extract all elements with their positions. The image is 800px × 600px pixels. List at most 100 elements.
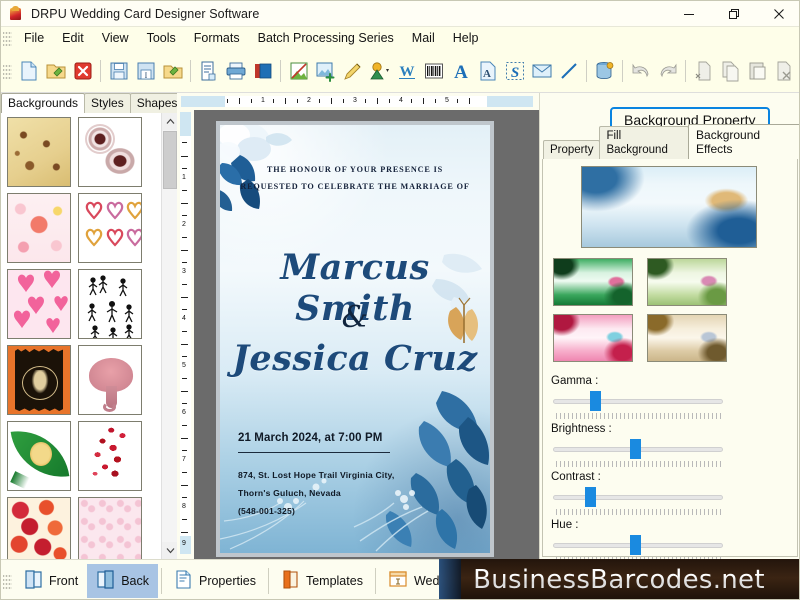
thumb-pink-elephant[interactable] xyxy=(78,345,142,415)
bottom-tab-front-label: Front xyxy=(49,574,78,588)
thumb-ganesha-leaf[interactable] xyxy=(7,421,71,491)
barcode-icon[interactable] xyxy=(421,57,446,85)
hue-slider-thumb[interactable] xyxy=(630,535,641,555)
thumb-pink-blossom[interactable] xyxy=(7,193,71,263)
menu-edit[interactable]: Edit xyxy=(53,28,93,48)
card-address[interactable]: 874, St. Lost Hope Trail Virginia City, … xyxy=(238,466,394,520)
shape-fill-icon[interactable] xyxy=(367,57,392,85)
close-button[interactable] xyxy=(756,1,800,27)
watermark-edge xyxy=(439,559,461,600)
tab-property[interactable]: Property xyxy=(543,140,600,160)
print-preview-icon[interactable] xyxy=(196,57,221,85)
copy-icon[interactable] xyxy=(718,57,743,85)
delete-icon[interactable] xyxy=(772,57,797,85)
paste-icon[interactable] xyxy=(745,57,770,85)
toolbar-separator xyxy=(100,60,101,82)
gamma-slider-ticks xyxy=(556,413,721,419)
bottom-tab-back[interactable]: Back xyxy=(87,564,158,598)
effect-preview-green-light[interactable] xyxy=(647,258,727,306)
save-icon[interactable] xyxy=(106,57,131,85)
svg-text:I: I xyxy=(144,71,147,80)
window-title: DRPU Wedding Card Designer Software xyxy=(31,7,259,21)
chevron-down-icon[interactable] xyxy=(162,542,178,559)
tab-backgrounds[interactable]: Backgrounds xyxy=(1,93,85,113)
redo-icon[interactable] xyxy=(655,57,680,85)
card-datetime[interactable]: 21 March 2024, at 7:00 PM xyxy=(238,432,382,444)
menu-batch-processing-series[interactable]: Batch Processing Series xyxy=(249,28,403,48)
card-bride-name[interactable]: Jessica Cruz xyxy=(220,338,490,379)
card-back-icon xyxy=(96,569,115,593)
line-icon[interactable] xyxy=(556,57,581,85)
copies-icon[interactable] xyxy=(250,57,275,85)
bottom-tab-properties[interactable]: Properties xyxy=(165,564,265,598)
bottom-tab-templates[interactable]: Templates xyxy=(272,564,372,598)
brightness-slider-thumb[interactable] xyxy=(630,439,641,459)
cut-icon[interactable] xyxy=(691,57,716,85)
thumb-rose-petals[interactable] xyxy=(78,421,142,491)
effect-preview-pink[interactable] xyxy=(553,314,633,362)
menu-formats[interactable]: Formats xyxy=(185,28,249,48)
menu-view[interactable]: View xyxy=(93,28,138,48)
undo-icon[interactable] xyxy=(628,57,653,85)
card-line-2[interactable]: REQUESTED TO CELEBRATE THE MARRIAGE OF xyxy=(220,182,490,191)
chevron-up-icon[interactable] xyxy=(162,113,178,130)
menu-tools[interactable]: Tools xyxy=(138,28,185,48)
text-icon[interactable]: A xyxy=(448,57,473,85)
left-panel-scrollbar[interactable] xyxy=(161,113,177,559)
contrast-slider-track[interactable] xyxy=(553,495,723,500)
menu-mail[interactable]: Mail xyxy=(403,28,444,48)
effect-preview-green-dark[interactable] xyxy=(553,258,633,306)
minimize-button[interactable] xyxy=(666,1,711,27)
gamma-slider-track[interactable] xyxy=(553,399,723,404)
thumb-hearts-outline[interactable] xyxy=(78,193,142,263)
print-icon[interactable] xyxy=(223,57,248,85)
toolbar-separator xyxy=(622,60,623,82)
thumb-pink-damask[interactable] xyxy=(78,497,142,559)
wedding-card[interactable]: THE HONOUR OF YOUR PRESENCE IS REQUESTED… xyxy=(216,121,494,557)
tab-background-effects[interactable]: Background Effects xyxy=(688,124,800,160)
open-folder-icon[interactable] xyxy=(160,57,185,85)
thumb-dancing-couples[interactable] xyxy=(78,269,142,339)
svg-text:A: A xyxy=(483,68,491,80)
card-line-1[interactable]: THE HONOUR OF YOUR PRESENCE IS xyxy=(220,165,490,174)
gamma-slider-thumb[interactable] xyxy=(590,391,601,411)
gamma-label: Gamma : xyxy=(551,375,598,387)
text-box-icon[interactable]: A xyxy=(475,57,500,85)
contrast-slider-thumb[interactable] xyxy=(585,487,596,507)
new-icon[interactable] xyxy=(16,57,41,85)
tab-styles[interactable]: Styles xyxy=(84,93,131,113)
application-window: DRPU Wedding Card Designer Software File xyxy=(0,0,800,600)
signature-icon[interactable]: S xyxy=(502,57,527,85)
svg-text:S: S xyxy=(510,65,518,81)
insert-image-icon[interactable] xyxy=(313,57,338,85)
ruler-v-tick-7: 7 xyxy=(182,456,186,463)
email-icon[interactable] xyxy=(529,57,554,85)
tab-fill-background[interactable]: Fill Background xyxy=(599,126,689,160)
scrollbar-thumb[interactable] xyxy=(163,131,177,189)
effect-preview-blue-current[interactable] xyxy=(581,166,757,248)
export-image-icon[interactable] xyxy=(286,57,311,85)
thumb-pink-hearts[interactable] xyxy=(7,269,71,339)
bottom-tab-front[interactable]: Front xyxy=(15,564,87,598)
canvas-viewport[interactable]: THE HONOUR OF YOUR PRESENCE IS REQUESTED… xyxy=(194,110,539,559)
effect-preview-sepia[interactable] xyxy=(647,314,727,362)
brightness-label: Brightness : xyxy=(551,423,612,435)
wedding-details-icon xyxy=(388,569,408,592)
ruler-v-tick-5: 5 xyxy=(182,362,186,369)
thumb-red-hearts-pattern[interactable] xyxy=(7,497,71,559)
save-as-icon[interactable]: I xyxy=(133,57,158,85)
menu-help[interactable]: Help xyxy=(444,28,488,48)
maximize-button[interactable] xyxy=(711,1,756,27)
watermark-icon[interactable]: W xyxy=(394,57,419,85)
thumb-vintage-butterfly[interactable] xyxy=(7,117,71,187)
close-document-icon[interactable] xyxy=(70,57,95,85)
open-icon[interactable] xyxy=(43,57,68,85)
thumb-ganesha-orange[interactable] xyxy=(7,345,71,415)
database-icon[interactable] xyxy=(592,57,617,85)
bottom-tab-templates-label: Templates xyxy=(306,574,363,588)
vertical-ruler: 1 2 3 4 5 6 7 xyxy=(177,110,194,559)
pencil-icon[interactable] xyxy=(340,57,365,85)
menu-file[interactable]: File xyxy=(15,28,53,48)
thumb-lace-floral[interactable] xyxy=(78,117,142,187)
card-ampersand[interactable]: & xyxy=(220,300,490,335)
